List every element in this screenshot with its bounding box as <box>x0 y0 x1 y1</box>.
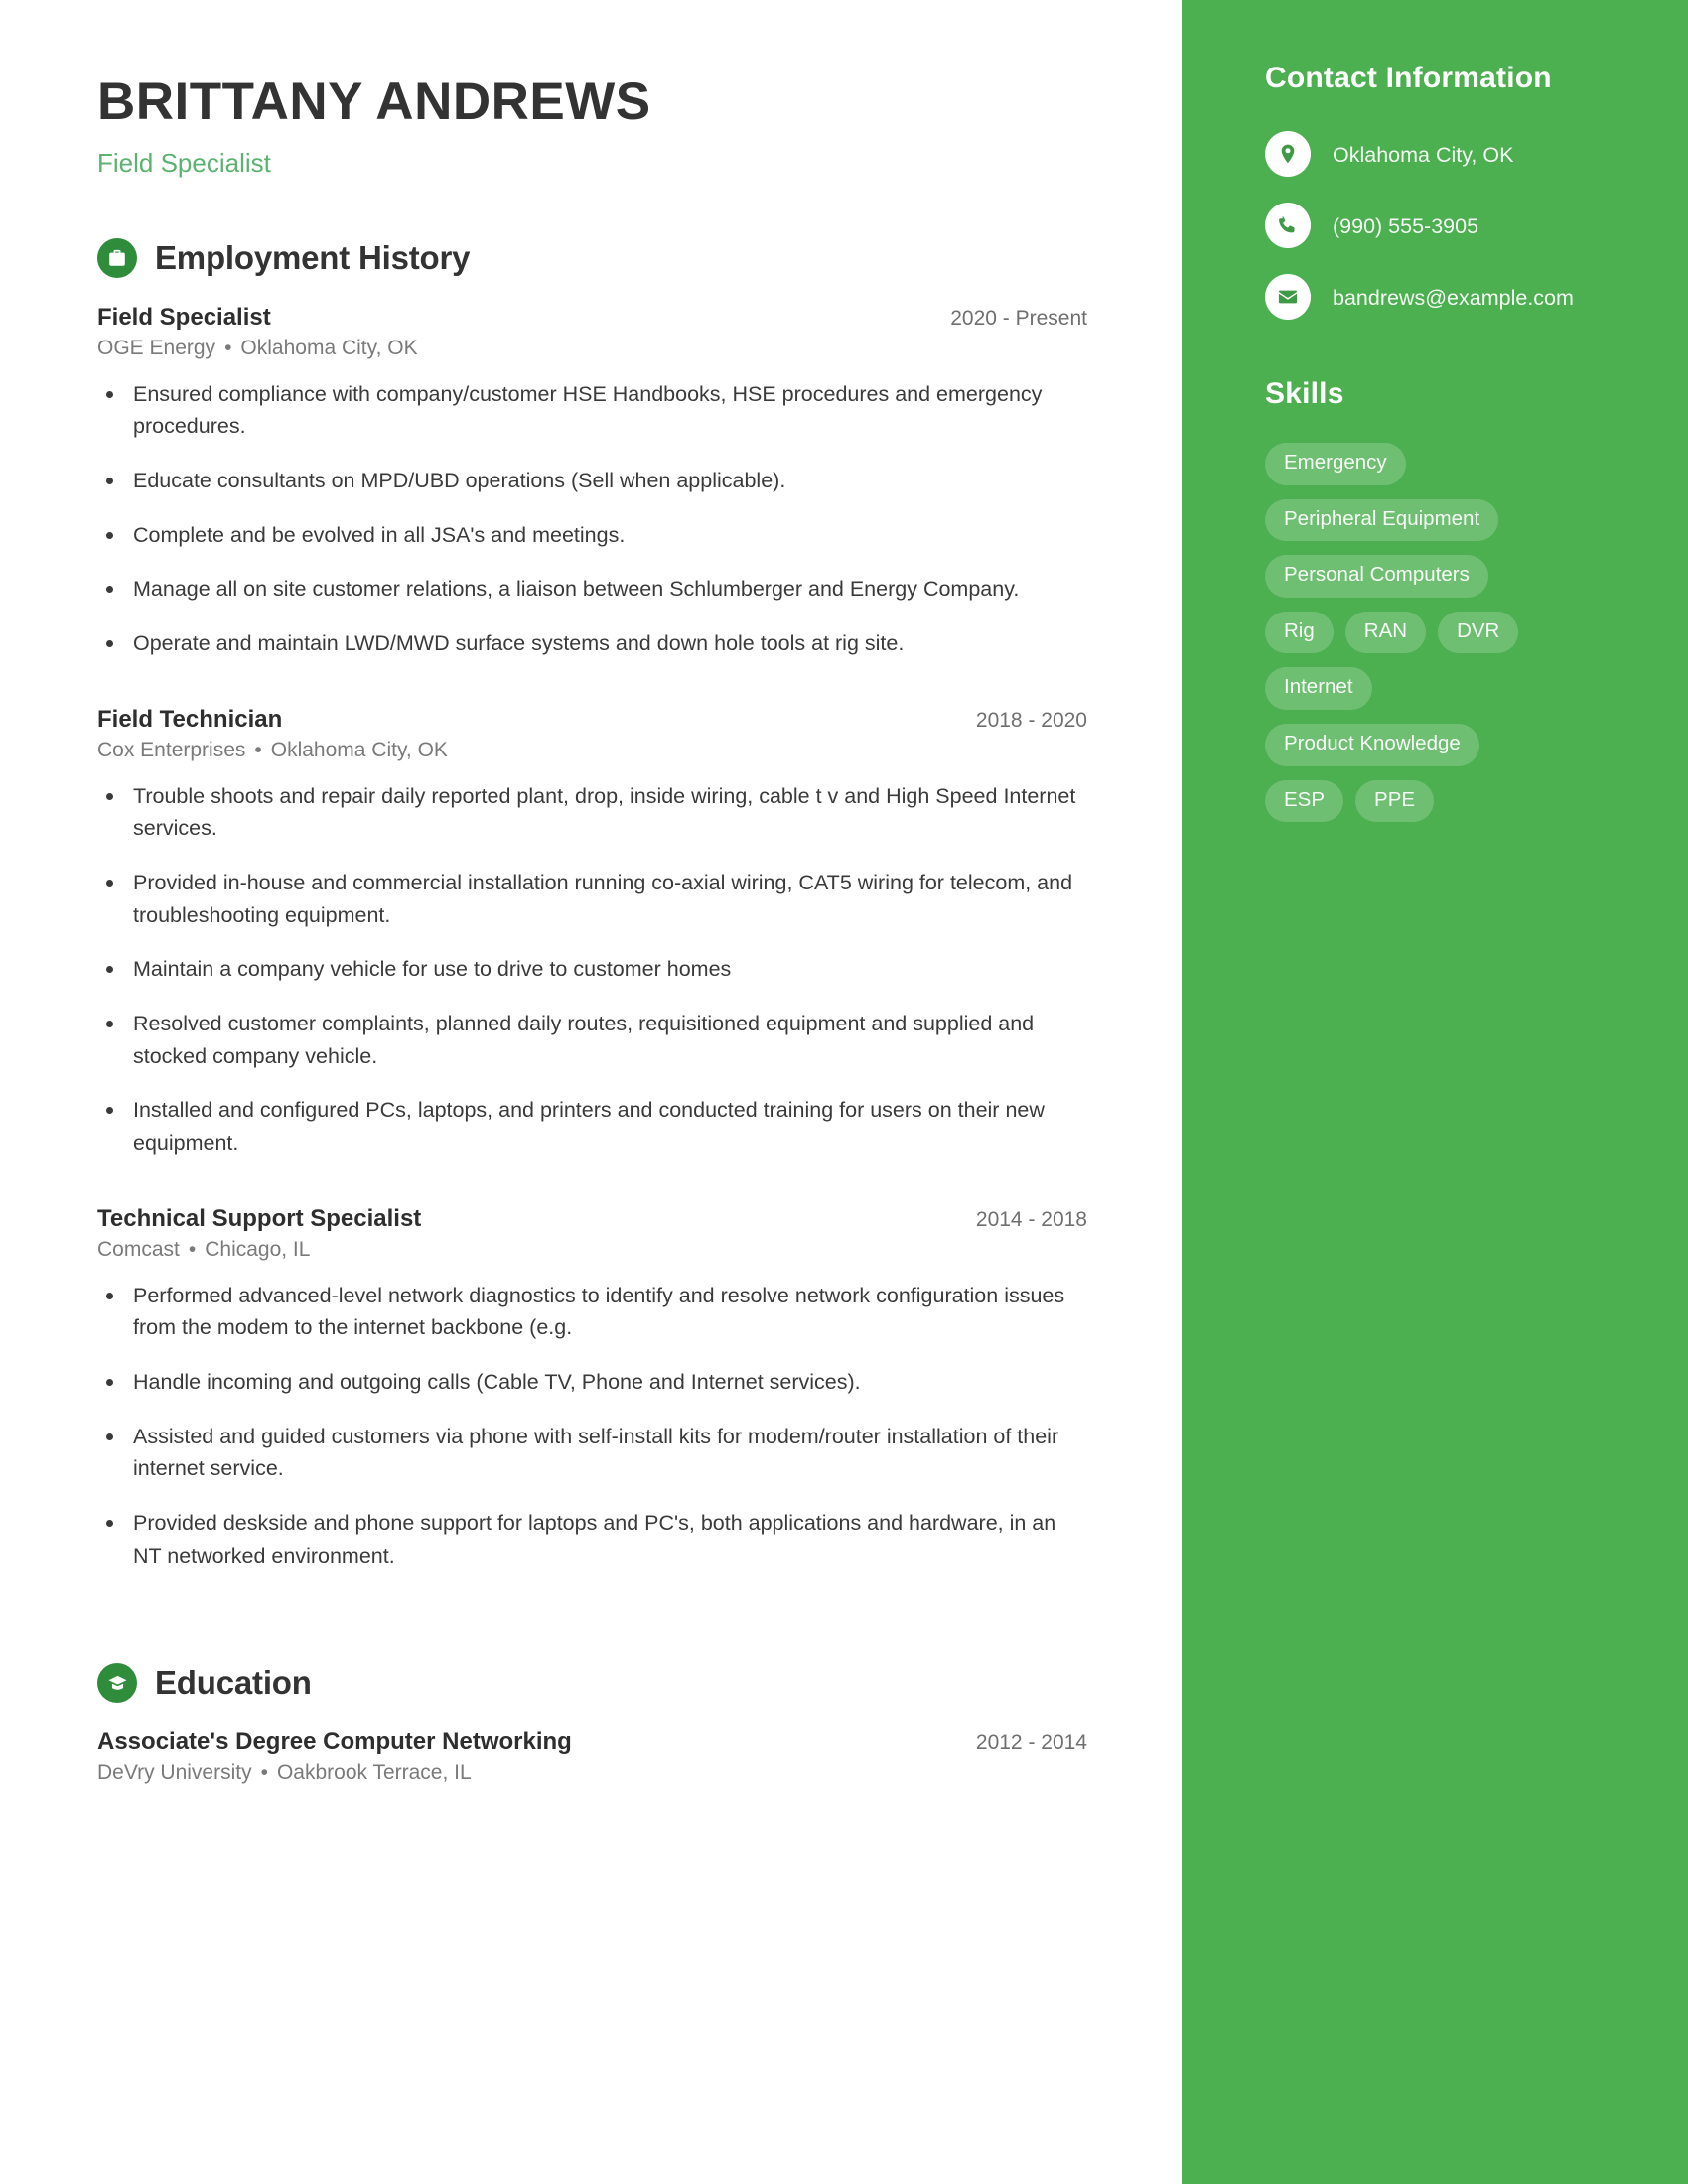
contact-location-value: Oklahoma City, OK <box>1333 143 1514 167</box>
skill-chip: Peripheral Equipment <box>1265 498 1499 542</box>
entry-role: Field Specialist <box>97 303 271 331</box>
skill-chip: Product Knowledge <box>1265 723 1479 766</box>
entry-school: DeVry University <box>97 1761 252 1785</box>
bullet-item: Provided in-house and commercial install… <box>97 867 1087 931</box>
entry-meta: Comcast • Chicago, IL <box>97 1238 1087 1262</box>
entry-company: Comcast <box>97 1237 180 1261</box>
entry-role: Technical Support Specialist <box>97 1204 422 1232</box>
skill-chip: PPE <box>1355 779 1435 823</box>
briefcase-icon <box>97 237 137 278</box>
skill-chip: Internet <box>1265 667 1372 710</box>
entry-location: Chicago, IL <box>205 1237 311 1261</box>
bullet-item: Assisted and guided customers via phone … <box>97 1421 1087 1485</box>
bullet-item: Handle incoming and outgoing calls (Cabl… <box>97 1366 1087 1399</box>
entry-location: Oakbrook Terrace, IL <box>276 1761 472 1785</box>
meta-separator: • <box>224 336 232 359</box>
candidate-name: BRITTANY ANDREWS <box>97 72 651 131</box>
entry-bullet-list: Trouble shoots and repair daily reported… <box>97 780 1087 1160</box>
section-employment-history: Employment History Field Specialist 2020… <box>97 237 1087 1572</box>
bullet-item: Performed advanced-level network diagnos… <box>97 1280 1087 1344</box>
skill-chip: Emergency <box>1265 443 1406 485</box>
employment-section-title: Employment History <box>155 238 471 276</box>
education-entry: Associate's Degree Computer Networking 2… <box>97 1728 1087 1785</box>
candidate-job-title: Field Specialist <box>97 147 271 178</box>
education-section-title: Education <box>155 1664 312 1702</box>
entry-role: Field Technician <box>97 705 283 733</box>
entry-header: Associate's Degree Computer Networking 2… <box>97 1728 1087 1756</box>
skills-list: Emergency Peripheral Equipment Personal … <box>1265 443 1553 823</box>
skill-chip: Personal Computers <box>1265 555 1488 598</box>
entry-location: Oklahoma City, OK <box>270 738 448 761</box>
resume-page: BRITTANY ANDREWS Field Specialist Employ… <box>0 0 1688 2184</box>
bullet-item: Installed and configured PCs, laptops, a… <box>97 1094 1087 1159</box>
meta-separator: • <box>260 1761 268 1785</box>
entry-bullet-list: Performed advanced-level network diagnos… <box>97 1280 1087 1572</box>
contact-phone-value: (990) 555-3905 <box>1333 214 1479 238</box>
meta-separator: • <box>254 738 262 761</box>
phone-icon <box>1265 203 1311 248</box>
meta-separator: • <box>188 1237 197 1261</box>
bullet-item: Provided deskside and phone support for … <box>97 1507 1087 1571</box>
contact-information-title: Contact Information <box>1265 62 1552 94</box>
bullet-item: Ensured compliance with company/customer… <box>97 378 1087 443</box>
entry-dates: 2020 - Present <box>950 306 1087 330</box>
entry-company: Cox Enterprises <box>97 738 246 761</box>
bullet-item: Maintain a company vehicle for use to dr… <box>97 953 1087 986</box>
bullet-item: Educate consultants on MPD/UBD operation… <box>97 465 1087 497</box>
bullet-item: Operate and maintain LWD/MWD surface sys… <box>97 627 1087 660</box>
entry-meta: DeVry University • Oakbrook Terrace, IL <box>97 1761 1087 1785</box>
entry-degree: Associate's Degree Computer Networking <box>97 1728 572 1756</box>
contact-row-location: Oklahoma City, OK <box>1265 131 1630 177</box>
skill-chip: RAN <box>1344 611 1427 654</box>
contact-email-value: bandrews@example.com <box>1333 286 1574 310</box>
main-column: BRITTANY ANDREWS Field Specialist Employ… <box>0 0 1182 2184</box>
entry-header: Technical Support Specialist 2014 - 2018 <box>97 1205 1087 1233</box>
entry-company: OGE Energy <box>97 336 216 359</box>
entry-header: Field Specialist 2020 - Present <box>97 304 1087 332</box>
skill-chip: DVR <box>1438 611 1519 654</box>
bullet-item: Resolved customer complaints, planned da… <box>97 1008 1087 1072</box>
employment-entry: Field Technician 2018 - 2020 Cox Enterpr… <box>97 706 1087 1160</box>
entry-location: Oklahoma City, OK <box>240 336 418 359</box>
employment-entry: Field Specialist 2020 - Present OGE Ener… <box>97 304 1087 660</box>
email-icon <box>1265 274 1311 320</box>
entry-meta: OGE Energy • Oklahoma City, OK <box>97 337 1087 360</box>
location-pin-icon <box>1265 131 1311 177</box>
skills-title: Skills <box>1265 377 1344 410</box>
bullet-item: Complete and be evolved in all JSA's and… <box>97 519 1087 552</box>
entry-dates: 2014 - 2018 <box>975 1207 1087 1231</box>
entry-dates: 2018 - 2020 <box>975 708 1087 732</box>
graduation-cap-icon <box>97 1663 137 1704</box>
entry-meta: Cox Enterprises • Oklahoma City, OK <box>97 739 1087 762</box>
entry-bullet-list: Ensured compliance with company/customer… <box>97 378 1087 660</box>
entry-header: Field Technician 2018 - 2020 <box>97 706 1087 734</box>
employment-section-header: Employment History <box>97 237 1087 278</box>
skill-chip: ESP <box>1265 779 1344 823</box>
contact-row-email: bandrews@example.com <box>1265 274 1630 320</box>
bullet-item: Trouble shoots and repair daily reported… <box>97 780 1087 845</box>
contact-row-phone: (990) 555-3905 <box>1265 203 1630 248</box>
skill-chip: Rig <box>1265 611 1334 654</box>
bullet-item: Manage all on site customer relations, a… <box>97 573 1087 606</box>
entry-dates: 2012 - 2014 <box>975 1731 1087 1755</box>
education-section-header: Education <box>97 1663 1087 1704</box>
employment-entry: Technical Support Specialist 2014 - 2018… <box>97 1205 1087 1572</box>
sidebar: Contact Information Oklahoma City, OK (9… <box>1182 0 1688 2184</box>
section-education: Education Associate's Degree Computer Ne… <box>97 1663 1087 1785</box>
